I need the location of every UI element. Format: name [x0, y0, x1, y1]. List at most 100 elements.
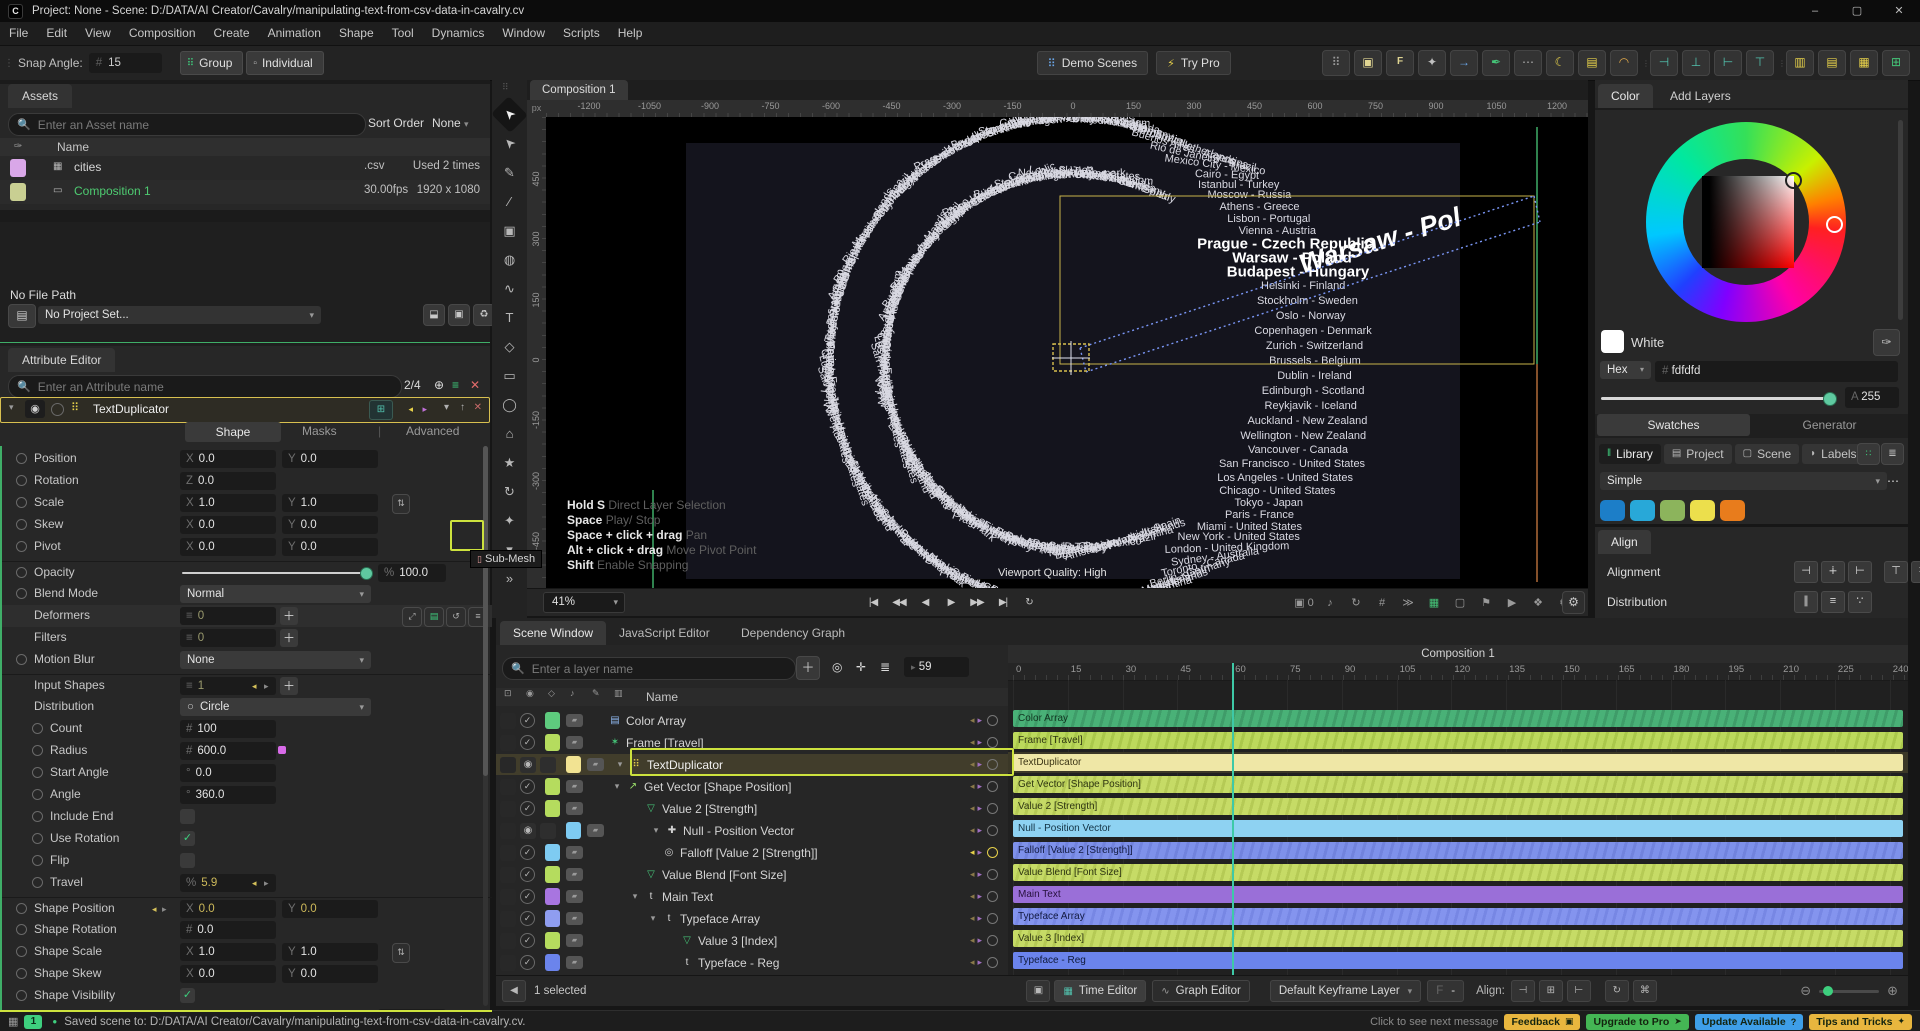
- arrow-connect-icon[interactable]: →: [1450, 50, 1478, 76]
- tab-javascript-editor[interactable]: JavaScript Editor: [606, 621, 723, 645]
- transform-tool[interactable]: ◇: [496, 334, 523, 359]
- list-count-field[interactable]: ≡0: [180, 629, 276, 647]
- expand-chevron-icon[interactable]: ▾: [609, 781, 625, 792]
- layer-color-swatch[interactable]: [545, 888, 560, 905]
- audio-icon[interactable]: ♪: [1320, 594, 1340, 612]
- menu-view[interactable]: View: [76, 22, 120, 45]
- saturation-value-square[interactable]: [1702, 176, 1794, 268]
- list-view-button[interactable]: ≣: [1881, 443, 1904, 465]
- link-xy-icon[interactable]: ⇅: [392, 943, 410, 963]
- asset-row[interactable]: ▭Composition 130.00fps1920 x 1080: [0, 180, 490, 204]
- tab-advanced[interactable]: Advanced: [406, 424, 459, 438]
- value-field[interactable]: Z0.0: [180, 472, 276, 490]
- add-layer-button[interactable]: ＋: [796, 656, 820, 680]
- value-field[interactable]: Y0.0: [282, 965, 378, 983]
- tab-dependency-graph[interactable]: Dependency Graph: [728, 621, 858, 645]
- panel-mode-icon[interactable]: ▣: [1026, 980, 1050, 1002]
- layer-name[interactable]: Typeface Array: [680, 912, 760, 926]
- distribute-button[interactable]: ∵: [1848, 591, 1872, 613]
- layer-name[interactable]: Falloff [Value 2 [Strength]]: [680, 846, 818, 860]
- expand-chevron-icon[interactable]: ▾: [648, 825, 664, 836]
- next-keyframe-icon[interactable]: ▸: [422, 404, 427, 415]
- expand-chevron-icon[interactable]: ▾: [645, 913, 661, 924]
- layer-row[interactable]: ◉▰▾⠿TextDuplicator◂▸: [496, 754, 1008, 775]
- camera-tool[interactable]: ▣: [496, 218, 523, 243]
- lasso-icon[interactable]: ◠: [1610, 50, 1638, 76]
- blend-mode-select[interactable]: Normal▾: [180, 585, 371, 603]
- layer-color-swatch[interactable]: [545, 866, 560, 883]
- checkbox[interactable]: ✓: [180, 988, 195, 1003]
- zoom-attributes-icon[interactable]: ⊕: [434, 378, 444, 392]
- go-start-button[interactable]: |◀: [862, 593, 884, 613]
- list-options-icon[interactable]: ≣: [880, 660, 890, 674]
- timeline-bar[interactable]: Frame [Travel]: [1013, 732, 1903, 749]
- value-field[interactable]: X0.0: [180, 538, 276, 556]
- current-color-swatch[interactable]: [1601, 330, 1624, 353]
- layer-color-swatch[interactable]: [545, 712, 560, 729]
- align-tab[interactable]: Align: [1598, 530, 1651, 554]
- layer-row[interactable]: ✓▰▽Value 2 [Strength]◂▸: [496, 798, 1008, 819]
- grid-cells-icon[interactable]: ▦: [1850, 50, 1878, 76]
- timeline-bar[interactable]: TextDuplicator: [1013, 754, 1903, 771]
- timeline-panel[interactable]: Composition 1 01530456075901051201351501…: [1008, 645, 1908, 975]
- snap-angle-input[interactable]: #15: [89, 53, 162, 73]
- visible-check-icon[interactable]: ✓: [520, 845, 535, 860]
- layer-name[interactable]: Value 2 [Strength]: [662, 802, 757, 816]
- folder-icon[interactable]: ▣: [1354, 50, 1382, 76]
- crescent-icon[interactable]: ☾: [1546, 50, 1574, 76]
- value-field[interactable]: X0.0: [180, 516, 276, 534]
- project-selector[interactable]: No Project Set...▾: [38, 306, 321, 324]
- layer-row[interactable]: ✓▰▾↗Get Vector [Shape Position]◂▸: [496, 776, 1008, 797]
- snapshot-icon[interactable]: ❖: [1528, 594, 1548, 612]
- visible-check-icon[interactable]: ✓: [520, 801, 535, 816]
- next-message-link[interactable]: Click to see next message: [1370, 1016, 1498, 1028]
- visible-check-icon[interactable]: ✓: [520, 713, 535, 728]
- layer-color-swatch[interactable]: [545, 844, 560, 861]
- layer-color-swatch[interactable]: [545, 800, 560, 817]
- layer-name[interactable]: Null - Position Vector: [683, 824, 794, 838]
- layer-color-swatch[interactable]: [545, 734, 560, 751]
- node-header[interactable]: ▾ ◉ ⠿ TextDuplicator ⊞ ◂ ▸ ▾ ↑ ✕: [0, 397, 490, 423]
- attribute-scrollbar[interactable]: [483, 446, 488, 1006]
- value-field[interactable]: %100.0: [378, 564, 446, 582]
- eyedropper-button[interactable]: ✑: [1873, 329, 1900, 356]
- layer-name[interactable]: Get Vector [Shape Position]: [644, 780, 791, 794]
- timeline-bar[interactable]: Value 2 [Strength]: [1013, 798, 1903, 815]
- solo-circle-icon[interactable]: [51, 403, 64, 416]
- clear-icon[interactable]: ✕: [470, 378, 480, 392]
- eye-icon[interactable]: ◉: [520, 757, 536, 773]
- alpha-slider-handle[interactable]: [1823, 392, 1837, 406]
- color-swatch[interactable]: [1600, 500, 1625, 521]
- timeline-bar[interactable]: Falloff [Value 2 [Strength]]: [1013, 842, 1903, 859]
- layer-search-input[interactable]: 🔍 Enter a layer name: [502, 657, 796, 680]
- distribution-select[interactable]: ○Circle▾: [180, 698, 371, 716]
- message-count-badge[interactable]: 1: [24, 1015, 42, 1029]
- prev-keyframe-icon[interactable]: ◂: [408, 404, 413, 415]
- visible-check-icon[interactable]: ✓: [520, 779, 535, 794]
- graph-icon[interactable]: ⤢: [402, 607, 422, 627]
- distribute-button[interactable]: ≡: [1821, 591, 1845, 613]
- loop-button[interactable]: ↻: [1018, 593, 1040, 613]
- node-name[interactable]: TextDuplicator: [93, 402, 169, 416]
- star-tool[interactable]: ★: [496, 450, 523, 475]
- project-action-icon[interactable]: ⬓: [423, 304, 445, 326]
- timeline-bar[interactable]: Get Vector [Shape Position]: [1013, 776, 1903, 793]
- add-item-button[interactable]: ＋: [280, 677, 298, 695]
- snapping-button[interactable]: ⌘: [1633, 980, 1657, 1002]
- value-field[interactable]: Y0.0: [282, 900, 378, 918]
- layers-icon[interactable]: ▤: [424, 607, 444, 627]
- value-field[interactable]: #100: [180, 720, 276, 738]
- value-field[interactable]: X0.0: [180, 450, 276, 468]
- eye-icon[interactable]: ◉: [520, 823, 536, 839]
- value-field[interactable]: Y1.0: [282, 943, 378, 961]
- menu-animation[interactable]: Animation: [259, 22, 330, 45]
- camera-count-icon[interactable]: ▣ 0: [1294, 594, 1314, 612]
- layer-row[interactable]: ◉▰▾✚Null - Position Vector◂▸: [496, 820, 1008, 841]
- ellipse-tool[interactable]: ◯: [496, 392, 523, 417]
- layer-row[interactable]: ✓▰▾tMain Text◂▸: [496, 886, 1008, 907]
- align-button[interactable]: ⊣: [1794, 561, 1818, 583]
- grid-view-button[interactable]: ∷: [1857, 443, 1880, 465]
- loop-button[interactable]: ↻: [1605, 980, 1629, 1002]
- attribute-editor-tab[interactable]: Attribute Editor: [8, 348, 115, 372]
- prev-keyframe-button[interactable]: ◀◀: [888, 593, 910, 613]
